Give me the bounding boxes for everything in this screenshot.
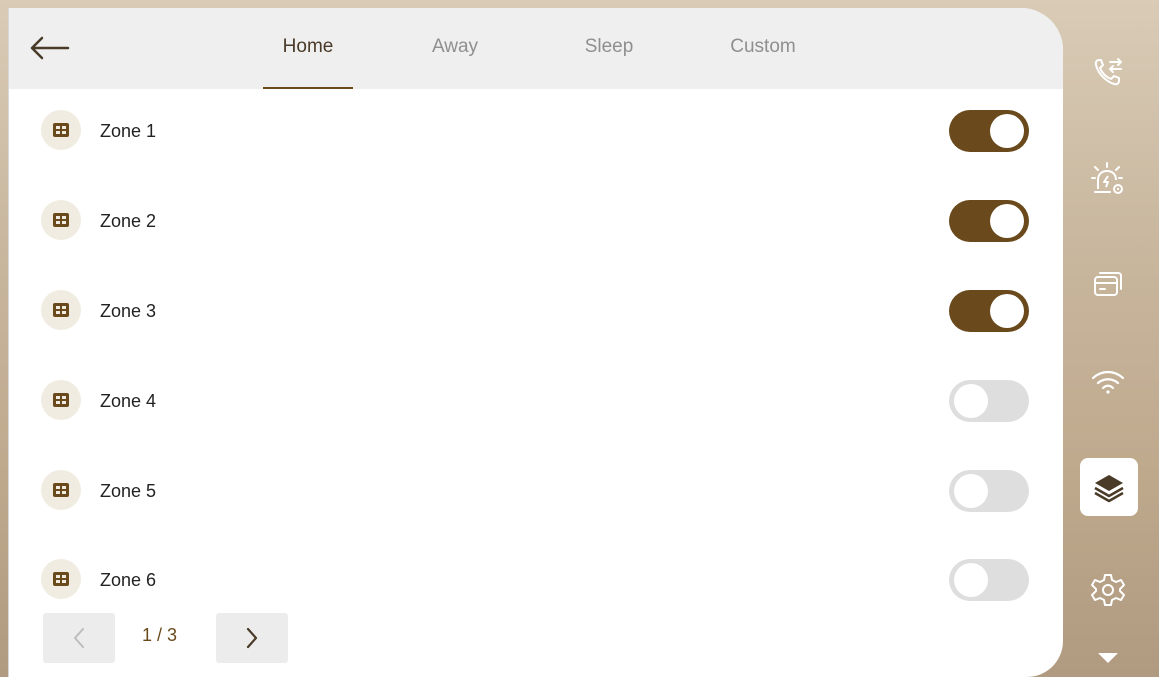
sidebar-item-wifi[interactable] (1078, 352, 1138, 412)
chevron-left-icon (74, 628, 84, 648)
main-panel: Home Away Sleep Custom Zone 1 Zone 2 Zon… (8, 8, 1063, 677)
back-button[interactable] (25, 28, 73, 68)
top-bar: Home Away Sleep Custom (9, 8, 1063, 89)
phone-transfer-icon (1094, 58, 1122, 86)
sidebar-item-settings[interactable] (1078, 560, 1138, 620)
zone-label: Zone 2 (100, 211, 157, 231)
zone-icon (41, 559, 81, 599)
zone-toggle[interactable] (949, 200, 1029, 242)
zone-toggle[interactable] (949, 110, 1029, 152)
cards-icon (1094, 272, 1122, 296)
next-page-button[interactable] (216, 613, 288, 663)
active-tab-indicator (263, 87, 353, 89)
zone-toggle[interactable] (949, 470, 1029, 512)
zone-toggle[interactable] (949, 290, 1029, 332)
toggle-knob (954, 474, 988, 508)
zone-row: Zone 2 (9, 190, 1063, 250)
gear-icon (1091, 574, 1125, 606)
previous-page-button[interactable] (43, 613, 115, 663)
zone-label: Zone 3 (100, 301, 157, 321)
back-arrow-icon (30, 36, 70, 60)
zone-row: Zone 1 (9, 100, 1063, 160)
sidebar-item-layers[interactable] (1080, 458, 1138, 516)
zone-toggle[interactable] (949, 380, 1029, 422)
toggle-knob (990, 204, 1024, 238)
layers-icon (1094, 475, 1124, 503)
toggle-knob (990, 114, 1024, 148)
toggle-knob (954, 563, 988, 597)
wifi-icon (1091, 370, 1125, 394)
tab-home[interactable]: Home (273, 36, 343, 58)
zone-row: Zone 3 (9, 280, 1063, 340)
zone-label: Zone 6 (100, 570, 157, 590)
toggle-knob (954, 384, 988, 418)
sidebar-item-alarm-settings[interactable] (1078, 149, 1138, 209)
zone-row: Zone 6 (9, 549, 1063, 609)
tab-sleep[interactable]: Sleep (577, 36, 641, 58)
sidebar-item-cards[interactable] (1078, 254, 1138, 314)
page-indicator: 1 / 3 (142, 625, 178, 645)
sidebar-item-call-transfer[interactable] (1078, 42, 1138, 102)
tab-away[interactable]: Away (425, 36, 485, 58)
tab-custom[interactable]: Custom (723, 36, 803, 58)
zone-icon (41, 110, 81, 150)
zone-toggle[interactable] (949, 559, 1029, 601)
zone-row: Zone 4 (9, 370, 1063, 430)
zone-label: Zone 5 (100, 481, 157, 501)
zone-icon (41, 290, 81, 330)
sidebar-scroll-down[interactable] (1078, 640, 1138, 674)
alarm-settings-icon (1091, 162, 1123, 194)
chevron-right-icon (246, 627, 258, 649)
zone-label: Zone 4 (100, 391, 157, 411)
caret-down-icon (1098, 653, 1118, 663)
zone-icon (41, 380, 81, 420)
zone-icon (41, 470, 81, 510)
zone-row: Zone 5 (9, 460, 1063, 520)
toggle-knob (990, 294, 1024, 328)
zone-icon (41, 200, 81, 240)
zone-label: Zone 1 (100, 121, 157, 141)
